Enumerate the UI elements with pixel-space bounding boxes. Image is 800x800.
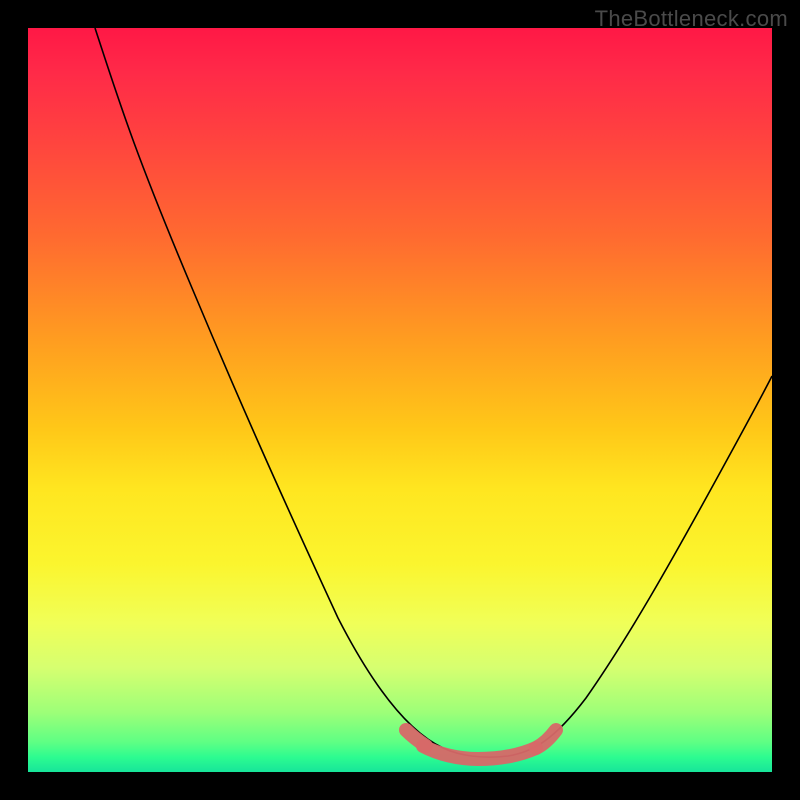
plot-area — [28, 28, 772, 772]
optimal-zone-marker-right — [536, 730, 556, 748]
optimal-zone-marker — [423, 746, 536, 759]
chart-svg — [28, 28, 772, 772]
chart-frame: TheBottleneck.com — [0, 0, 800, 800]
watermark-text: TheBottleneck.com — [595, 6, 788, 32]
optimal-zone-marker-left — [406, 730, 426, 746]
bottleneck-curve — [95, 28, 772, 757]
